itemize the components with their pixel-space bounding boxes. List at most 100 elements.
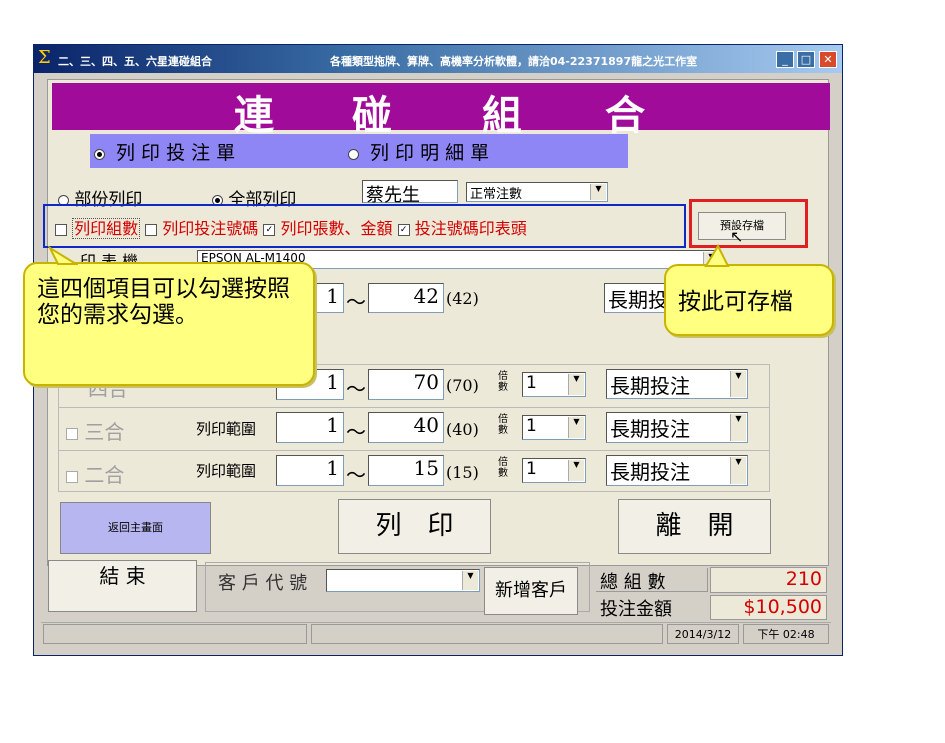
print-summary-label[interactable]: 列 印 明 細 單: [370, 138, 489, 165]
chevron-down-icon: ▼: [730, 457, 746, 484]
finish-button[interactable]: 結 束: [48, 560, 197, 612]
window-title: 二、三、四、五、六星連碰組合: [58, 55, 212, 68]
status-pane: [311, 624, 663, 644]
range-separator: ～: [346, 463, 366, 487]
print-button[interactable]: 列 印: [338, 499, 491, 554]
multiplier-label: 倍數: [498, 414, 508, 436]
customer-code-label: 客 戶 代 號: [218, 573, 308, 594]
chevron-down-icon: ▼: [568, 374, 584, 395]
row-divider: [58, 407, 770, 408]
range-from-value: 1: [326, 370, 339, 394]
range-to-field[interactable]: 40: [368, 412, 444, 443]
title-banner: 連 碰 組 合: [52, 83, 830, 139]
range-count: (40): [446, 420, 479, 439]
status-pane: [43, 624, 307, 644]
app-sigma-icon: Σ: [38, 47, 51, 68]
range-to-value: 70: [413, 370, 439, 394]
multiplier-select[interactable]: 1 ▼: [522, 415, 586, 440]
window-info-text: 各種類型拖牌、算牌、高機率分析軟體，請洽04-22371897龍之光工作室: [330, 55, 698, 68]
status-time: 下午 02:48: [743, 624, 829, 644]
mode-select[interactable]: 長期投注 ▼: [606, 455, 748, 486]
combo-three: 三合: [66, 416, 124, 445]
mode-select[interactable]: 長期投注 ▼: [606, 412, 748, 443]
customer-name-value: 蔡先生: [366, 185, 420, 206]
status-bar: 2014/3/12 下午 02:48: [41, 622, 831, 645]
range-from-value: 1: [326, 284, 339, 308]
multiplier-select[interactable]: 1 ▼: [522, 458, 586, 483]
range-to-value: 40: [413, 413, 439, 437]
print-detail-label[interactable]: 列 印 投 注 單: [116, 138, 235, 165]
multiplier-select[interactable]: 1 ▼: [522, 372, 586, 397]
range-from-value: 1: [326, 413, 339, 437]
range-to-field[interactable]: 15: [368, 455, 444, 486]
range-separator: ～: [346, 377, 366, 401]
checkbox-three[interactable]: [66, 427, 78, 440]
multiplier-value: 1: [526, 459, 537, 479]
status-date: 2014/3/12: [667, 624, 739, 644]
chevron-down-icon: ▼: [568, 460, 584, 481]
mode-value: 長期投注: [610, 417, 690, 441]
banner-char: 連: [234, 92, 274, 139]
range-count: (70): [446, 376, 479, 395]
combo-label-two: 二合: [84, 463, 125, 487]
mode-select[interactable]: 長期投注 ▼: [606, 369, 748, 399]
title-bar[interactable]: Σ 二、三、四、五、六星連碰組合 各種類型拖牌、算牌、高機率分析軟體，請洽04-…: [34, 45, 842, 73]
banner-char: 合: [605, 92, 645, 139]
callout-checkbox-text: 這四個項目可以勾選按照您的需求勾選。: [37, 276, 290, 328]
chevron-down-icon: ▼: [730, 414, 746, 441]
range-separator: ～: [346, 420, 366, 444]
multiplier-value: 1: [526, 416, 537, 436]
print-mode-bar: 列 印 投 注 單 列 印 明 細 單: [90, 134, 628, 168]
range-from-field[interactable]: 1: [276, 412, 344, 443]
chevron-down-icon: ▼: [590, 184, 606, 200]
radio-print-summary[interactable]: [348, 148, 359, 160]
range-from-value: 1: [326, 456, 339, 480]
range-separator: ～: [346, 290, 366, 314]
bet-amount-value: $10,500: [710, 595, 827, 620]
bet-type-select[interactable]: 正常注數 ▼: [466, 182, 608, 202]
combo-label-three: 三合: [84, 420, 125, 444]
back-main-button[interactable]: 返回主畫面: [60, 502, 211, 554]
chevron-down-icon: ▼: [568, 417, 584, 438]
range-to-field[interactable]: 70: [368, 369, 444, 400]
options-highlight-box: [43, 204, 686, 248]
range-label: 列印範圍: [196, 462, 257, 480]
row-divider: [58, 450, 770, 451]
add-customer-button[interactable]: 新增客戶: [484, 567, 578, 615]
range-to-value: 42: [413, 284, 439, 308]
mode-value: 長期投注: [610, 460, 690, 484]
range-to-value: 15: [413, 456, 439, 480]
banner-char: 組: [482, 92, 522, 139]
customer-code-select[interactable]: ▼: [326, 569, 480, 592]
multiplier-label: 倍數: [498, 371, 508, 393]
mode-value: 長期投注: [610, 374, 690, 398]
callout-save-text: 按此可存檔: [678, 289, 793, 315]
leave-button[interactable]: 離 開: [618, 499, 771, 554]
range-from-field[interactable]: 1: [276, 455, 344, 486]
radio-print-detail[interactable]: [94, 148, 105, 160]
range-to-field[interactable]: 42: [368, 283, 444, 313]
banner-char: 碰: [352, 92, 392, 139]
range-count: (42): [446, 289, 479, 308]
bet-amount-label: 投注金額: [600, 599, 672, 620]
combo-two: 二合: [66, 459, 124, 488]
chevron-down-icon: ▼: [462, 571, 478, 590]
chevron-down-icon: ▼: [730, 371, 746, 397]
minimize-button[interactable]: _: [776, 51, 794, 68]
bet-type-value: 正常注數: [470, 187, 523, 202]
range-count: (15): [446, 463, 479, 482]
multiplier-value: 1: [526, 373, 537, 393]
callout-pointer-right: [704, 244, 730, 267]
checkbox-two[interactable]: [66, 470, 78, 483]
callout-checkbox-hint: 這四個項目可以勾選按照您的需求勾選。: [23, 262, 315, 386]
total-combos-label: 總 組 數: [596, 568, 708, 593]
callout-pointer-left: [48, 246, 78, 265]
save-highlight-box: [689, 199, 808, 248]
range-label: 列印範圍: [196, 420, 257, 438]
close-button[interactable]: ✕: [819, 51, 837, 68]
maximize-button[interactable]: □: [797, 51, 815, 68]
total-combos-value: 210: [710, 567, 827, 593]
multiplier-label: 倍數: [498, 457, 508, 479]
callout-save-hint: 按此可存檔: [664, 264, 834, 336]
customer-name-field[interactable]: 蔡先生: [362, 180, 458, 206]
